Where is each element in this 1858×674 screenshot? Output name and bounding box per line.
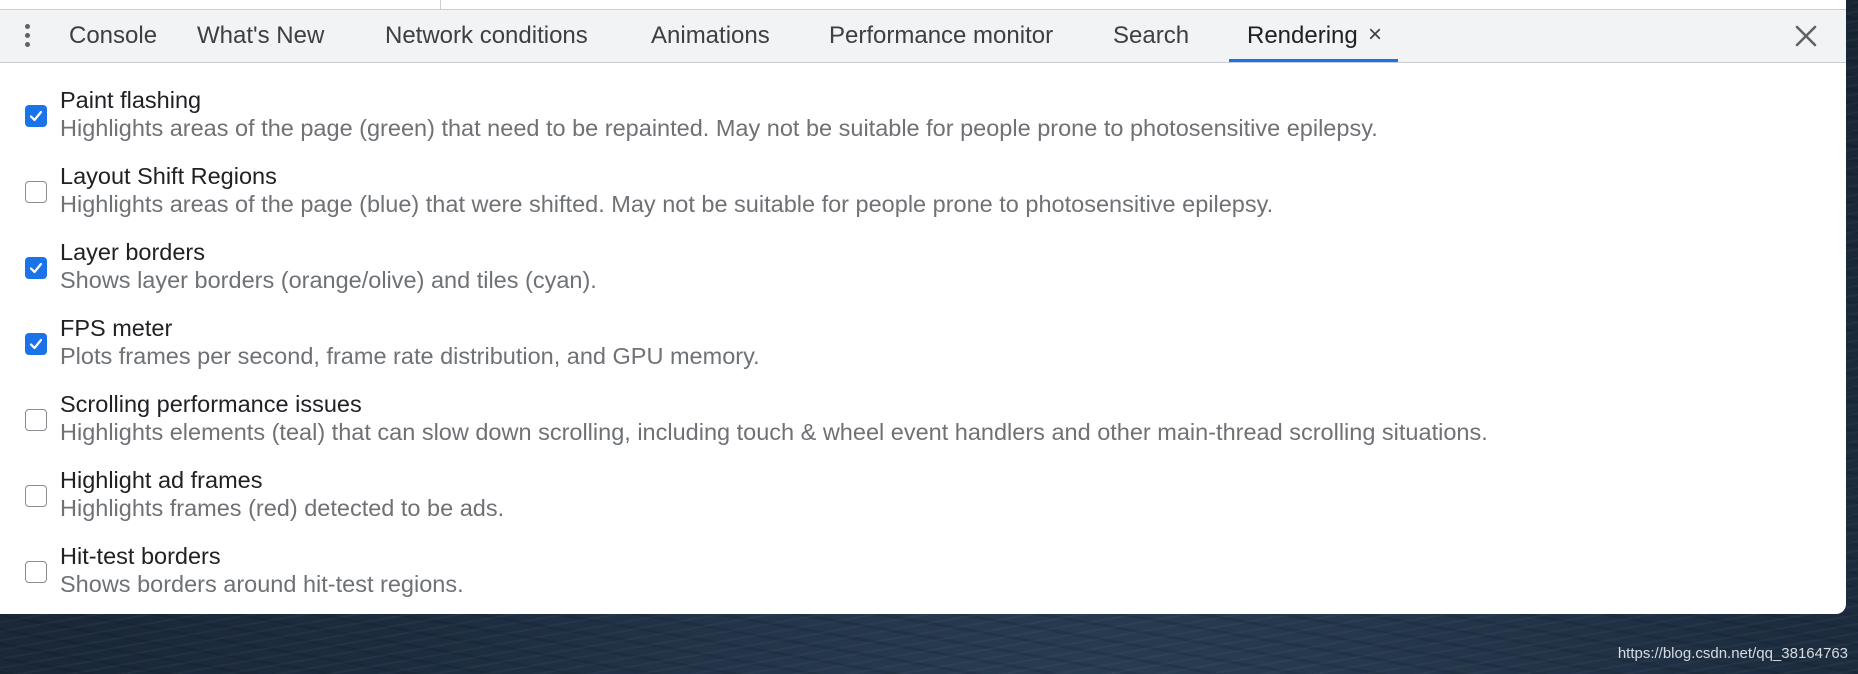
option-description: Highlights areas of the page (blue) that… bbox=[60, 191, 1274, 217]
option-layout-shift-regions: Layout Shift Regions Highlights areas of… bbox=[0, 139, 1846, 217]
option-title: Highlight ad frames bbox=[60, 467, 263, 493]
option-title: Hit-test borders bbox=[60, 543, 221, 569]
option-description: Shows borders around hit-test regions. bbox=[60, 571, 464, 597]
tab-animations[interactable]: Animations bbox=[651, 10, 770, 62]
option-description: Highlights areas of the page (green) tha… bbox=[60, 115, 1378, 141]
tab-close-icon[interactable]: × bbox=[1368, 10, 1382, 62]
option-hit-test-borders: Hit-test borders Shows borders around hi… bbox=[0, 519, 1846, 597]
option-title: Paint flashing bbox=[60, 87, 202, 113]
highlight-ad-frames-checkbox[interactable] bbox=[25, 485, 47, 507]
option-description: Highlights elements (teal) that can slow… bbox=[60, 419, 1488, 445]
hit-test-borders-checkbox[interactable] bbox=[25, 561, 47, 583]
checkmark-icon bbox=[29, 110, 43, 122]
tab-console[interactable]: Console bbox=[69, 10, 157, 62]
option-description: Shows layer borders (orange/olive) and t… bbox=[60, 267, 597, 293]
panel-divider bbox=[440, 0, 441, 9]
option-title: Layout Shift Regions bbox=[60, 163, 277, 189]
layer-borders-checkbox[interactable] bbox=[25, 257, 47, 279]
option-title: Scrolling performance issues bbox=[60, 391, 362, 417]
tab-whats-new[interactable]: What's New bbox=[197, 10, 324, 62]
devtools-drawer: Console What's New Network conditions An… bbox=[0, 0, 1846, 614]
option-scrolling-performance-issues: Scrolling performance issues Highlights … bbox=[0, 367, 1846, 445]
paint-flashing-checkbox[interactable] bbox=[25, 105, 47, 127]
tab-network-conditions[interactable]: Network conditions bbox=[385, 10, 588, 62]
tab-performance-monitor[interactable]: Performance monitor bbox=[829, 10, 1053, 62]
checkmark-icon bbox=[29, 338, 43, 350]
upper-panel-edge bbox=[0, 0, 1846, 10]
checkmark-icon bbox=[29, 262, 43, 274]
option-paint-flashing: Paint flashing Highlights areas of the p… bbox=[0, 63, 1846, 141]
fps-meter-checkbox[interactable] bbox=[25, 333, 47, 355]
tab-rendering[interactable]: Rendering bbox=[1229, 10, 1398, 62]
option-layer-borders: Layer borders Shows layer borders (orang… bbox=[0, 215, 1846, 293]
close-icon[interactable] bbox=[1792, 22, 1820, 50]
tab-search[interactable]: Search bbox=[1113, 10, 1189, 62]
drawer-tab-bar: Console What's New Network conditions An… bbox=[0, 10, 1846, 63]
option-title: Layer borders bbox=[60, 239, 205, 265]
tab-rendering-label: Rendering bbox=[1247, 22, 1358, 49]
option-title: FPS meter bbox=[60, 315, 173, 341]
option-description: Plots frames per second, frame rate dist… bbox=[60, 343, 760, 369]
option-highlight-ad-frames: Highlight ad frames Highlights frames (r… bbox=[0, 443, 1846, 521]
kebab-menu-icon[interactable] bbox=[16, 24, 38, 50]
scrolling-performance-issues-checkbox[interactable] bbox=[25, 409, 47, 431]
watermark-url: https://blog.csdn.net/qq_38164763 bbox=[1617, 645, 1848, 662]
option-fps-meter: FPS meter Plots frames per second, frame… bbox=[0, 291, 1846, 369]
option-description: Highlights frames (red) detected to be a… bbox=[60, 495, 505, 521]
layout-shift-regions-checkbox[interactable] bbox=[25, 181, 47, 203]
